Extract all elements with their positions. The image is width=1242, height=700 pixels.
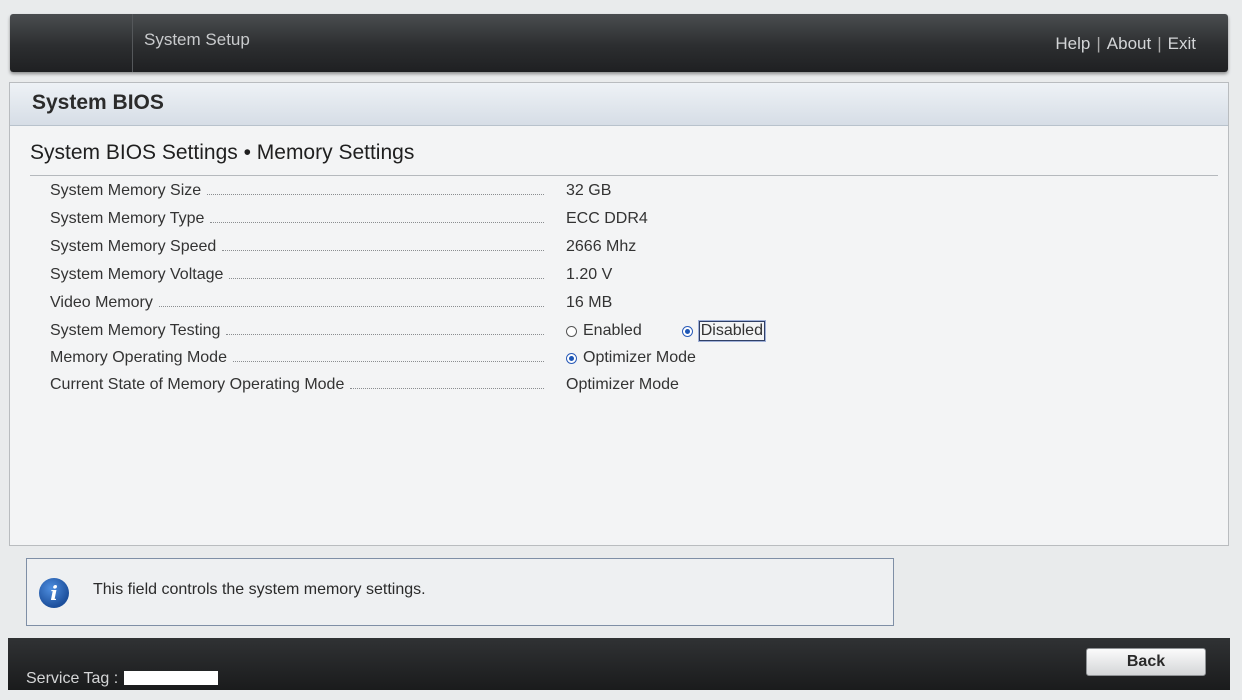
setting-value: 1.20 V xyxy=(566,266,613,283)
setting-row-memory-speed: System Memory Speed 2666 Mhz xyxy=(10,236,1228,262)
leader-dots xyxy=(158,305,544,307)
radio-label: Enabled xyxy=(583,322,642,339)
setting-label: System Memory Testing xyxy=(50,322,221,339)
top-links: Help | About | Exit xyxy=(1055,34,1196,54)
leader-dots xyxy=(207,193,544,195)
leader-dots xyxy=(210,221,544,223)
radio-label: Optimizer Mode xyxy=(583,349,696,366)
setting-value: 32 GB xyxy=(566,182,612,199)
setting-label: System Memory Voltage xyxy=(50,266,224,283)
radio-enabled[interactable]: Enabled xyxy=(566,322,642,340)
leader-dots xyxy=(226,333,544,335)
setting-row-operating-mode: Memory Operating Mode Optimizer Mode xyxy=(10,347,1228,373)
settings-panel: System BIOS System BIOS Settings • Memor… xyxy=(9,82,1229,546)
setting-row-video-memory: Video Memory 16 MB xyxy=(10,292,1228,318)
setting-row-memory-size: System Memory Size 32 GB xyxy=(10,180,1228,206)
help-link[interactable]: Help xyxy=(1055,34,1090,53)
radio-selected-icon xyxy=(566,352,577,364)
about-link[interactable]: About xyxy=(1107,34,1151,53)
vendor-logo-area xyxy=(10,14,133,72)
setting-label: Memory Operating Mode xyxy=(50,349,227,366)
service-tag-label: Service Tag : xyxy=(26,670,119,687)
leader-dots xyxy=(229,277,544,279)
info-icon: i xyxy=(39,578,69,608)
setting-row-current-state: Current State of Memory Operating Mode O… xyxy=(10,374,1228,400)
setting-value: Optimizer Mode xyxy=(566,376,679,393)
setting-label: Video Memory xyxy=(50,294,153,311)
exit-link[interactable]: Exit xyxy=(1168,34,1196,53)
back-button[interactable]: Back xyxy=(1086,648,1206,676)
service-tag: Service Tag : xyxy=(26,670,219,688)
memory-testing-options: Enabled Disabled xyxy=(566,320,766,342)
radio-disabled[interactable]: Disabled xyxy=(681,320,766,342)
setting-label: System Memory Speed xyxy=(50,238,217,255)
radio-label: Disabled xyxy=(697,320,766,342)
leader-dots xyxy=(222,249,544,251)
setting-value: ECC DDR4 xyxy=(566,210,648,227)
panel-header: System BIOS xyxy=(10,83,1228,126)
link-separator: | xyxy=(1096,34,1101,53)
setting-value: 16 MB xyxy=(566,294,613,311)
radio-optimizer-mode[interactable]: Optimizer Mode xyxy=(566,349,696,367)
breadcrumb: System BIOS Settings • Memory Settings xyxy=(30,141,415,164)
top-bar: System Setup Help | About | Exit xyxy=(10,14,1228,72)
leader-dots xyxy=(232,360,544,362)
setting-label: System Memory Type xyxy=(50,210,205,227)
setting-label: System Memory Size xyxy=(50,182,202,199)
leader-dots xyxy=(350,387,544,389)
operating-mode-options: Optimizer Mode xyxy=(566,347,696,369)
setting-label: Current State of Memory Operating Mode xyxy=(50,376,345,393)
setting-row-memory-type: System Memory Type ECC DDR4 xyxy=(10,208,1228,234)
panel-title: System BIOS xyxy=(32,91,164,114)
link-separator: | xyxy=(1157,34,1162,53)
divider xyxy=(30,175,1218,176)
help-message: This field controls the system memory se… xyxy=(93,581,426,598)
setting-value: 2666 Mhz xyxy=(566,238,637,255)
radio-selected-icon xyxy=(681,325,693,337)
service-tag-redacted xyxy=(124,671,219,685)
setting-row-memory-voltage: System Memory Voltage 1.20 V xyxy=(10,264,1228,290)
radio-unselected-icon xyxy=(566,325,577,337)
app-title: System Setup xyxy=(144,30,250,49)
help-info-box: i This field controls the system memory … xyxy=(26,558,894,626)
setting-row-memory-testing: System Memory Testing Enabled Disabled xyxy=(10,320,1228,346)
footer-bar: Service Tag : Back xyxy=(8,638,1230,690)
